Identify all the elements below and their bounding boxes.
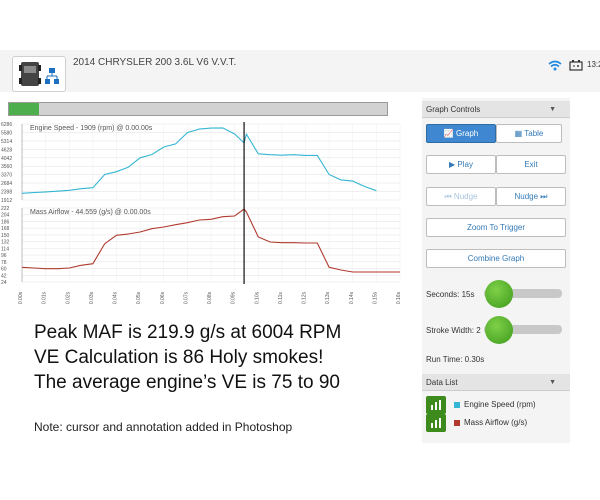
playback-progress-bar[interactable] (8, 102, 388, 116)
x-tick-label: 0.03s (89, 291, 95, 304)
bar-chart-icon (431, 418, 441, 428)
x-tick-label: 0.02s (65, 291, 71, 304)
chart-icon: 📈 (443, 129, 454, 138)
mass-airflow-tick-label: 78 (1, 260, 7, 266)
x-tick-label: 0.10s (254, 291, 260, 304)
clock-time: 13:2 (587, 60, 600, 69)
play-label: Play (457, 160, 473, 169)
mass-airflow-tick-label: 150 (1, 233, 10, 239)
mass-airflow-tick-label: 96 (1, 253, 7, 259)
skip-back-icon: ⏮ (444, 192, 452, 201)
mass-airflow-tick-label: 222 (1, 206, 10, 212)
graph-svg: 6286 5580 5314 4628 4042 3560 3370 2684 2398 1912… (1, 122, 402, 304)
nudge-back-label: Nudge (453, 192, 478, 201)
mass-airflow-tick-label: 204 (1, 213, 10, 219)
engine-speed-tick-label: 6286 (1, 122, 12, 128)
wifi-icon (548, 60, 562, 71)
data-list-item[interactable]: Mass Airflow (g/s) (426, 414, 566, 432)
x-tick-label: 0.01s (42, 291, 48, 304)
engine-speed-tick-label: 2684 (1, 181, 12, 187)
car-icon (19, 62, 59, 86)
seconds-label: Seconds: 15s (426, 290, 475, 299)
graph-controls-header[interactable]: Graph Controls ▼ (422, 101, 570, 118)
graph-controls-panel (422, 98, 570, 443)
engine-speed-tick-label: 5314 (1, 139, 12, 145)
annotation-line-3: The average engine’s VE is 75 to 90 (34, 372, 340, 393)
annotation-line-1: Peak MAF is 219.9 g/s at 6004 RPM (34, 322, 342, 343)
zoom-to-trigger-button[interactable]: Zoom To Trigger (426, 218, 566, 237)
graph-view-label: Graph (455, 129, 479, 138)
engine-speed-label: Engine Speed - 1909 (rpm) @ 0.00.00s (30, 125, 153, 132)
nudge-forward-label: Nudge (514, 192, 539, 201)
x-tick-label: 0.00s (18, 291, 24, 304)
graph-controls-title: Graph Controls (426, 105, 481, 114)
table-view-label: Table (524, 129, 544, 138)
caret-down-icon: ▼ (549, 379, 556, 386)
combine-graph-button[interactable]: Combine Graph (426, 249, 566, 268)
stroke-width-label: Stroke Width: 2 (426, 326, 481, 335)
engine-speed-tick-label: 1912 (1, 198, 12, 204)
seconds-slider-knob[interactable] (485, 280, 513, 308)
engine-speed-tick-label: 4628 (1, 147, 12, 153)
data-list-item[interactable]: Engine Speed (rpm) (426, 396, 566, 414)
engine-speed-tick-label: 4042 (1, 156, 12, 162)
mass-airflow-tick-label: 42 (1, 273, 7, 279)
mass-airflow-tick-label: 60 (1, 267, 7, 273)
play-icon: ▶ (449, 160, 456, 169)
signal-toggle-button[interactable] (426, 414, 446, 432)
engine-speed-series-line (21, 127, 377, 194)
x-tick-label: 0.09s (231, 291, 237, 304)
mass-airflow-label: Mass Airflow - 44.559 (g/s) @ 0.00.00s (30, 209, 151, 216)
x-tick-label: 0.15s (372, 291, 378, 304)
zoom-to-trigger-label: Zoom To Trigger (466, 223, 526, 232)
engine-speed-tick-label: 3560 (1, 164, 12, 170)
skip-forward-icon: ⏭ (540, 192, 548, 201)
x-tick-label: 0.04s (113, 291, 119, 304)
battery-icon (569, 60, 583, 71)
graph-area[interactable]: 6286 5580 5314 4628 4042 3560 3370 2684 2398 1912… (0, 118, 410, 310)
engine-speed-tick-label: 2398 (1, 190, 12, 196)
vehicle-title: 2014 CHRYSLER 200 3.6L V6 V.V.T. (73, 57, 237, 68)
nudge-back-button[interactable]: ⏮ Nudge (426, 187, 496, 206)
x-tick-label: 0.07s (183, 291, 189, 304)
progress-fill (9, 103, 40, 115)
table-view-button[interactable]: ▦ Table (496, 124, 562, 143)
annotation-line-2: VE Calculation is 86 Holy smokes! (34, 347, 324, 368)
table-icon: ▦ (514, 129, 523, 138)
mass-airflow-tick-label: 24 (1, 280, 7, 286)
exit-button[interactable]: Exit (496, 155, 566, 174)
x-tick-label: 0.12s (302, 291, 308, 304)
data-list-title: Data List (426, 378, 458, 387)
series-label: Engine Speed (rpm) (464, 400, 536, 409)
series-color-swatch (454, 402, 460, 408)
x-tick-label: 0.11s (278, 292, 284, 304)
x-tick-label: 0.16s (396, 291, 402, 304)
series-label: Mass Airflow (g/s) (464, 418, 528, 427)
mass-airflow-tick-label: 186 (1, 219, 10, 225)
x-tick-label: 0.05s (136, 291, 142, 304)
bar-chart-icon (431, 400, 441, 410)
caret-down-icon: ▼ (549, 106, 556, 113)
nudge-forward-button[interactable]: Nudge ⏭ (496, 187, 566, 206)
vehicle-menu-button[interactable] (12, 56, 66, 92)
combine-graph-label: Combine Graph (467, 254, 525, 263)
engine-speed-tick-label: 3370 (1, 173, 12, 179)
stroke-width-slider-knob[interactable] (485, 316, 513, 344)
mass-airflow-tick-label: 132 (1, 240, 10, 246)
run-time-label: Run Time: 0.30s (426, 355, 485, 364)
x-tick-label: 0.13s (325, 291, 331, 304)
x-tick-label: 0.06s (160, 291, 166, 304)
series-color-swatch (454, 420, 460, 426)
data-list-header[interactable]: Data List ▼ (422, 374, 570, 391)
photoshop-note: Note: cursor and annotation added in Pho… (34, 420, 293, 434)
engine-speed-tick-label: 5580 (1, 130, 12, 136)
mass-airflow-tick-label: 114 (1, 246, 9, 252)
play-button[interactable]: ▶ Play (426, 155, 496, 174)
x-tick-label: 0.08s (207, 291, 213, 304)
mass-airflow-tick-label: 168 (1, 226, 10, 232)
exit-label: Exit (524, 160, 538, 169)
graph-view-button[interactable]: 📈 Graph (426, 124, 496, 143)
x-tick-label: 0.14s (349, 291, 355, 304)
signal-toggle-button[interactable] (426, 396, 446, 414)
